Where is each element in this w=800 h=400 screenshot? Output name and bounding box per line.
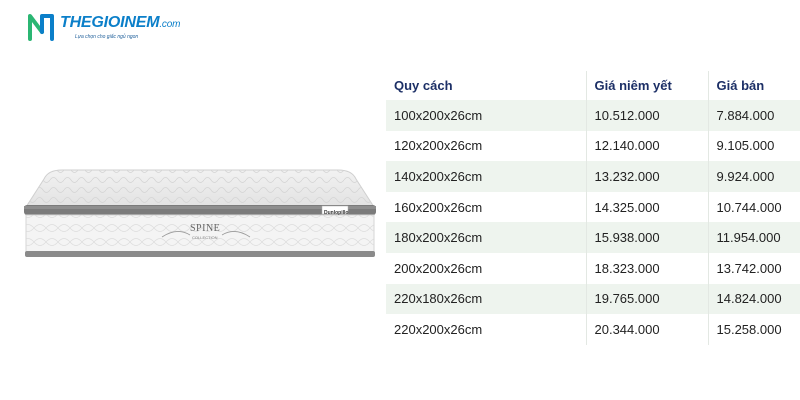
table-row: 160x200x26cm 14.325.000 10.744.000 <box>386 191 800 223</box>
size-cell: 120x200x26cm <box>386 130 586 162</box>
site-logo[interactable]: THEGIOINEM.com Lựa chọn cho giấc ngủ ngo… <box>27 12 187 46</box>
table-row: 140x200x26cm 13.232.000 9.924.000 <box>386 161 800 192</box>
price-table: Quy cách Giá niêm yết Giá bán 100x200x26… <box>386 71 800 345</box>
sale-price-cell: 9.924.000 <box>707 161 800 192</box>
sale-price-cell: 10.744.000 <box>707 191 800 223</box>
header-sale-price: Giá bán <box>707 71 800 100</box>
table-row: 220x180x26cm 19.765.000 14.824.000 <box>386 283 800 315</box>
table-row: 100x200x26cm 10.512.000 7.884.000 <box>386 100 800 131</box>
sale-price-cell: 9.105.000 <box>707 130 800 162</box>
mattress-brand-label: Dunlopillo <box>324 210 349 216</box>
header-size: Quy cách <box>386 71 586 100</box>
list-price-cell: 15.938.000 <box>585 222 708 253</box>
size-cell: 100x200x26cm <box>386 100 586 131</box>
mattress-model-text: SPINE <box>190 223 221 234</box>
header-list-price: Giá niêm yết <box>585 71 708 100</box>
size-cell: 180x200x26cm <box>386 222 586 253</box>
list-price-cell: 20.344.000 <box>585 314 708 345</box>
sale-price-cell: 14.824.000 <box>707 283 800 315</box>
list-price-cell: 10.512.000 <box>585 100 708 131</box>
table-row: 220x200x26cm 20.344.000 15.258.000 <box>386 314 800 345</box>
list-price-cell: 18.323.000 <box>585 252 708 284</box>
price-table-header-row: Quy cách Giá niêm yết Giá bán <box>386 71 800 100</box>
sale-price-cell: 13.742.000 <box>707 252 800 284</box>
size-cell: 220x200x26cm <box>386 314 586 345</box>
logo-wordmark: THEGIOINEM.com <box>60 14 181 31</box>
size-cell: 160x200x26cm <box>386 191 586 223</box>
list-price-cell: 19.765.000 <box>585 283 708 315</box>
size-cell: 200x200x26cm <box>386 252 586 284</box>
size-cell: 140x200x26cm <box>386 161 586 192</box>
logo-tagline: Lựa chọn cho giấc ngủ ngon <box>75 34 139 40</box>
list-price-cell: 14.325.000 <box>585 191 708 223</box>
sale-price-cell: 11.954.000 <box>707 222 800 253</box>
sale-price-cell: 7.884.000 <box>707 100 800 131</box>
list-price-cell: 12.140.000 <box>585 130 708 162</box>
mattress-model-subtext: COLLECTION <box>192 235 218 240</box>
logo-domain-suffix: .com <box>159 19 181 30</box>
list-price-cell: 13.232.000 <box>585 161 708 192</box>
size-cell: 220x180x26cm <box>386 283 586 315</box>
table-row: 120x200x26cm 12.140.000 9.105.000 <box>386 130 800 162</box>
table-row: 200x200x26cm 18.323.000 13.742.000 <box>386 252 800 284</box>
sale-price-cell: 15.258.000 <box>707 314 800 345</box>
logo-n-icon <box>28 14 54 41</box>
table-row: 180x200x26cm 15.938.000 11.954.000 <box>386 222 800 253</box>
